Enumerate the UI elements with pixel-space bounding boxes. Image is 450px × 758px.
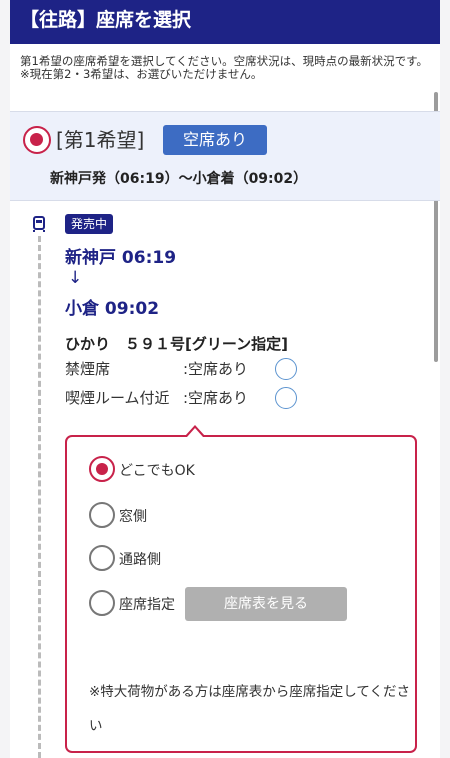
route-summary: 新神戸発（06:19）〜小倉着（09:02） bbox=[50, 171, 308, 187]
view-seat-map-button[interactable]: 座席表を見る bbox=[185, 587, 347, 621]
pref-label: 通路側 bbox=[119, 552, 161, 568]
panel-notch-inner bbox=[187, 428, 203, 437]
first-choice-box[interactable]: [第1希望] 空席あり 新神戸発（06:19）〜小倉着（09:02） bbox=[10, 111, 440, 201]
seat-type-status: :空席あり bbox=[183, 389, 249, 407]
radio-dot bbox=[96, 463, 108, 475]
seat-type-status: :空席あり bbox=[183, 360, 249, 378]
seat-type-radio[interactable] bbox=[275, 358, 297, 380]
radio-dot bbox=[30, 133, 43, 146]
luggage-note: ※特大荷物がある方は座席表から座席指定してください bbox=[89, 684, 411, 734]
down-arrow-icon: ↓ bbox=[68, 268, 83, 288]
seat-type-label: 禁煙席 bbox=[65, 360, 111, 378]
choice-label: [第1希望] bbox=[56, 128, 145, 152]
first-choice-radio[interactable] bbox=[23, 126, 51, 154]
vacancy-badge: 空席あり bbox=[163, 125, 267, 155]
pref-radio[interactable] bbox=[89, 590, 115, 616]
instructions: 第1希望の座席希望を選択してください。空席状況は、現時点の最新状況です。 ※現在… bbox=[20, 55, 435, 81]
pref-label: 窓側 bbox=[119, 509, 147, 525]
seat-preference-panel: どこでもOK 窓側 通路側 座席指定 座席表を見る ※特大荷物がある方は座席表か… bbox=[65, 435, 417, 753]
departure-station-time: 新神戸 06:19 bbox=[65, 248, 177, 268]
seat-type-radio[interactable] bbox=[275, 387, 297, 409]
pref-radio[interactable] bbox=[89, 456, 115, 482]
instruction-line: ※現在第2・3希望は、お選びいただけません。 bbox=[20, 67, 263, 81]
page: 【往路】座席を選択 第1希望の座席希望を選択してください。空席状況は、現時点の最… bbox=[10, 0, 440, 758]
seat-type-label: 喫煙ルーム付近 bbox=[65, 389, 170, 407]
sale-status-badge: 発売中 bbox=[65, 214, 114, 234]
train-icon bbox=[33, 216, 45, 232]
page-title: 【往路】座席を選択 bbox=[10, 0, 440, 44]
arrival-station-time: 小倉 09:02 bbox=[65, 299, 160, 319]
route-line bbox=[38, 236, 41, 758]
pref-label: 座席指定 bbox=[119, 597, 175, 613]
pref-radio[interactable] bbox=[89, 502, 115, 528]
pref-radio[interactable] bbox=[89, 545, 115, 571]
pref-label: どこでもOK bbox=[119, 463, 195, 479]
train-name: ひかり ５９１号[グリーン指定] bbox=[65, 335, 288, 353]
